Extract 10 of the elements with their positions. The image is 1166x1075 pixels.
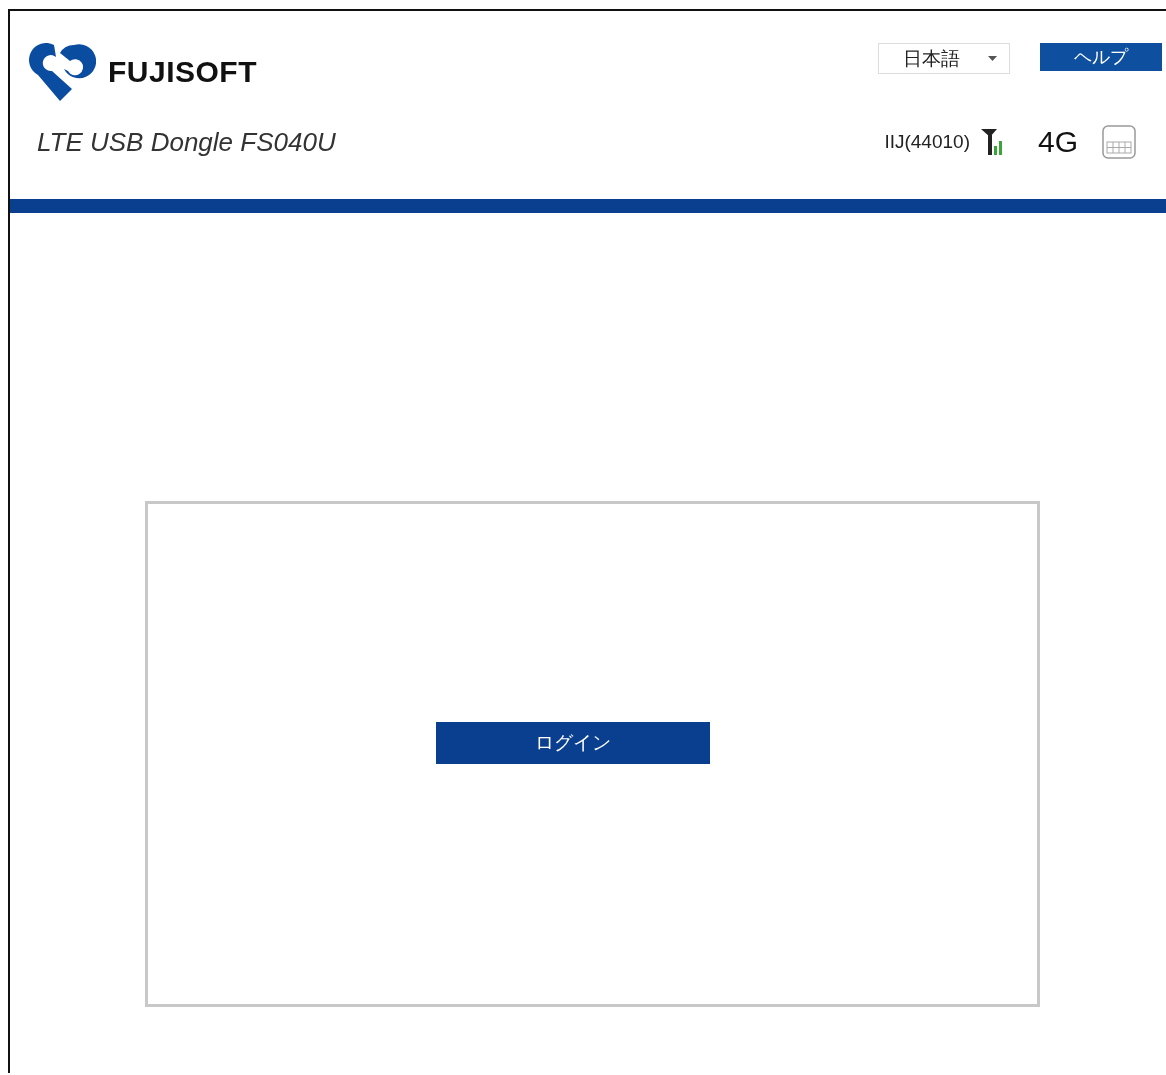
signal-icon	[979, 128, 1004, 156]
language-select[interactable]: 日本語	[878, 43, 1010, 74]
product-name: LTE USB Dongle FS040U	[37, 126, 336, 158]
sim-card-icon	[1102, 125, 1136, 159]
help-button[interactable]: ヘルプ	[1040, 43, 1162, 71]
network-type: 4G	[1037, 125, 1078, 159]
login-button[interactable]: ログイン	[435, 722, 710, 764]
carrier-name: IIJ(44010)	[884, 131, 970, 153]
brand-name: FUJISOFT	[108, 55, 257, 89]
caret-icon	[988, 56, 997, 61]
